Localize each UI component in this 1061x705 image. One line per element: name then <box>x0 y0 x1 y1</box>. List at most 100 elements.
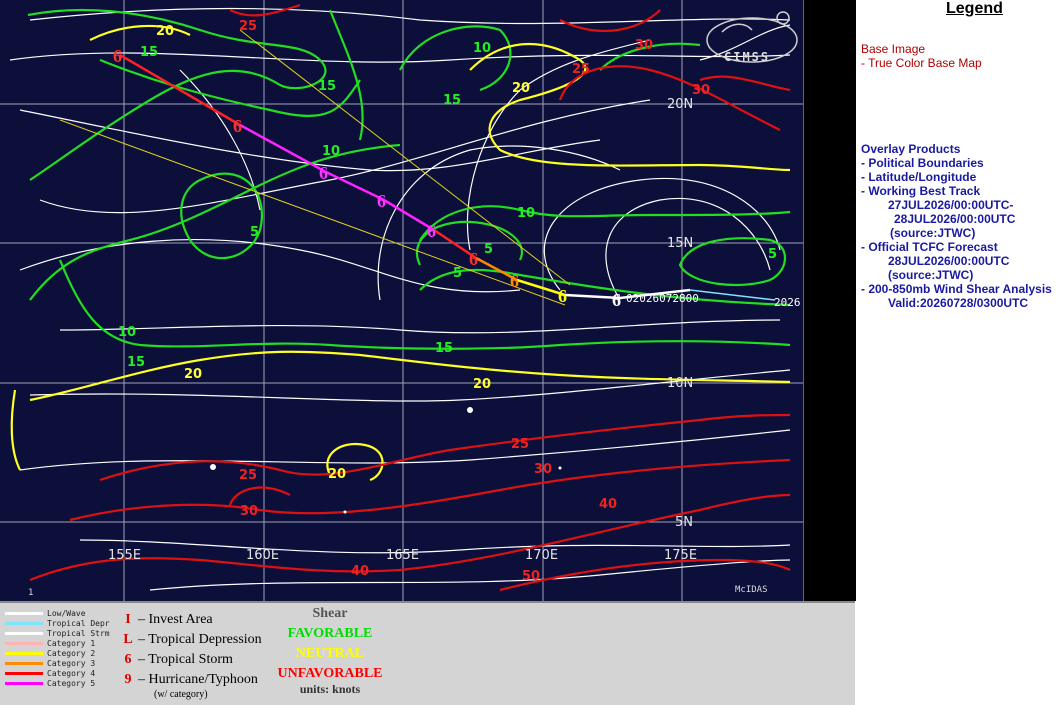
overlay-item: 27JUL2026/00:00UTC- <box>888 198 1014 212</box>
contour-label: 20 <box>473 377 491 392</box>
symbol-label: – Tropical Depression <box>138 632 262 647</box>
overlay-heading: Overlay Products <box>861 142 961 156</box>
symbol-row-hurricane: 9 – Hurricane/Typhoon <box>118 672 258 688</box>
overlay-item: - 200-850mb Wind Shear Analysis <box>861 282 1052 296</box>
swatch <box>5 612 43 615</box>
overlay-item: - Official TCFC Forecast <box>861 240 998 254</box>
contour-label: 25 <box>511 437 529 452</box>
contour-label: 15 <box>318 79 336 94</box>
swatch <box>5 672 43 675</box>
base-image-heading: Base Image <box>861 42 926 56</box>
overlay-item: 28JUL2026/00:00UTC <box>894 212 1016 226</box>
swatch <box>5 662 43 665</box>
symbols-note: (w/ category) <box>154 689 208 700</box>
symbol-row-depression: L – Tropical Depression <box>118 632 262 648</box>
lat-label: 5N <box>675 515 693 530</box>
overlay-item: Valid:20260728/0300UTC <box>888 296 1029 310</box>
shear-units: units: knots <box>299 682 361 696</box>
logo-text: CIMSS <box>724 50 770 64</box>
contour-label: 5 <box>250 225 259 240</box>
marker-hurricane: 6 <box>233 116 242 136</box>
track-legend-row: Tropical Depr <box>5 619 110 628</box>
contour-label: 40 <box>599 497 617 512</box>
marker-hurricane: 6 <box>558 286 567 306</box>
frame-number: 1 <box>28 588 34 598</box>
marker-hurricane: 6 <box>113 46 122 66</box>
contour-label: 5 <box>453 266 462 281</box>
invest-icon: I <box>125 612 131 627</box>
lat-labels: 20N 15N 10N 5N <box>667 97 693 530</box>
track-legend-row: Low/Wave <box>5 609 86 618</box>
contour-label: 20 <box>512 81 530 96</box>
track-legend-label: Category 2 <box>47 649 96 658</box>
contour-label: 15 <box>140 45 158 60</box>
marker-hurricane: 6 <box>319 163 328 183</box>
side-bar <box>803 0 856 601</box>
track-legend-row: Category 4 <box>5 669 95 678</box>
lat-label: 20N <box>667 97 693 112</box>
contour-label: 10 <box>473 41 491 56</box>
contour-label: 25 <box>572 62 590 77</box>
contour-label: 5 <box>768 247 777 262</box>
overlay-item: - Political Boundaries <box>861 156 984 170</box>
shear-neutral: NEUTRAL <box>295 646 365 661</box>
contour-label: 30 <box>692 83 710 98</box>
marker-hurricane: 6 <box>377 191 386 211</box>
lon-label: 170E <box>525 548 558 563</box>
contour-label: 5 <box>484 242 493 257</box>
marker-hurricane: 6 <box>510 271 519 291</box>
satellite-map: 6 6 6 6 6 6 6 6 6 CIMSS 20N 15N 10N 5N 1… <box>0 0 803 601</box>
tropical-storm-icon: 6 <box>124 652 132 667</box>
swatch <box>5 642 43 645</box>
contour-label: 10 <box>118 325 136 340</box>
lon-label: 165E <box>386 548 419 563</box>
track-legend-label: Tropical Strm <box>47 629 110 638</box>
marker-tropical-storm: 6 <box>612 290 621 310</box>
contour-label: 20 <box>328 467 346 482</box>
base-image-item: - True Color Base Map <box>861 56 982 70</box>
contour-label: 10 <box>517 206 535 221</box>
contour-label: 30 <box>240 504 258 519</box>
contour-label: 15 <box>127 355 145 370</box>
contour-label: 50 <box>522 569 540 584</box>
track-legend-label: Low/Wave <box>47 609 86 618</box>
marker-hurricane: 6 <box>427 221 436 241</box>
shear-unfavorable: UNFAVORABLE <box>277 666 383 681</box>
lat-label: 10N <box>667 376 693 391</box>
storm-id-label: 02026072800 <box>626 292 699 305</box>
edge-label: 2026 <box>774 296 801 309</box>
contour-label: 40 <box>351 564 369 579</box>
overlay-item: 28JUL2026/00:00UTC <box>888 254 1010 268</box>
track-legend-label: Category 1 <box>47 639 96 648</box>
contour-label: 25 <box>239 468 257 483</box>
contour-label: 15 <box>443 93 461 108</box>
map-canvas: 6 6 6 6 6 6 6 6 6 CIMSS 20N 15N 10N 5N 1… <box>0 0 803 601</box>
forecast-cone <box>59 29 571 306</box>
mcidas-label: McIDAS <box>735 585 768 595</box>
shear-contours-neutral <box>10 24 791 482</box>
contour-label: 20 <box>156 24 174 39</box>
swatch <box>5 632 43 635</box>
overlay-item: - Latitude/Longitude <box>861 170 977 184</box>
shear-favorable: FAVORABLE <box>287 626 373 641</box>
track-legend-label: Category 5 <box>47 679 96 688</box>
symbol-label: – Invest Area <box>138 612 213 627</box>
marker-hurricane: 6 <box>469 249 478 269</box>
islands <box>210 407 562 514</box>
depression-icon: L <box>123 632 133 647</box>
overlay-item: (source:JTWC) <box>890 226 976 240</box>
symbol-row-invest: I – Invest Area <box>118 612 213 628</box>
overlay-item: (source:JTWC) <box>888 268 974 282</box>
lon-label: 155E <box>108 548 141 563</box>
hurricane-icon: 9 <box>124 672 132 687</box>
track-legend-row: Tropical Strm <box>5 629 110 638</box>
bottom-legend: Low/Wave Tropical Depr Tropical Strm Cat… <box>0 601 855 705</box>
symbol-label: – Hurricane/Typhoon <box>138 672 258 687</box>
contour-label: 15 <box>435 341 453 356</box>
swatch <box>5 622 43 625</box>
track-legend-row: Category 2 <box>5 649 95 658</box>
contour-label: 10 <box>322 144 340 159</box>
track-legend-row: Category 3 <box>5 659 95 668</box>
swatch <box>5 682 43 685</box>
symbol-label: – Tropical Storm <box>138 652 233 667</box>
